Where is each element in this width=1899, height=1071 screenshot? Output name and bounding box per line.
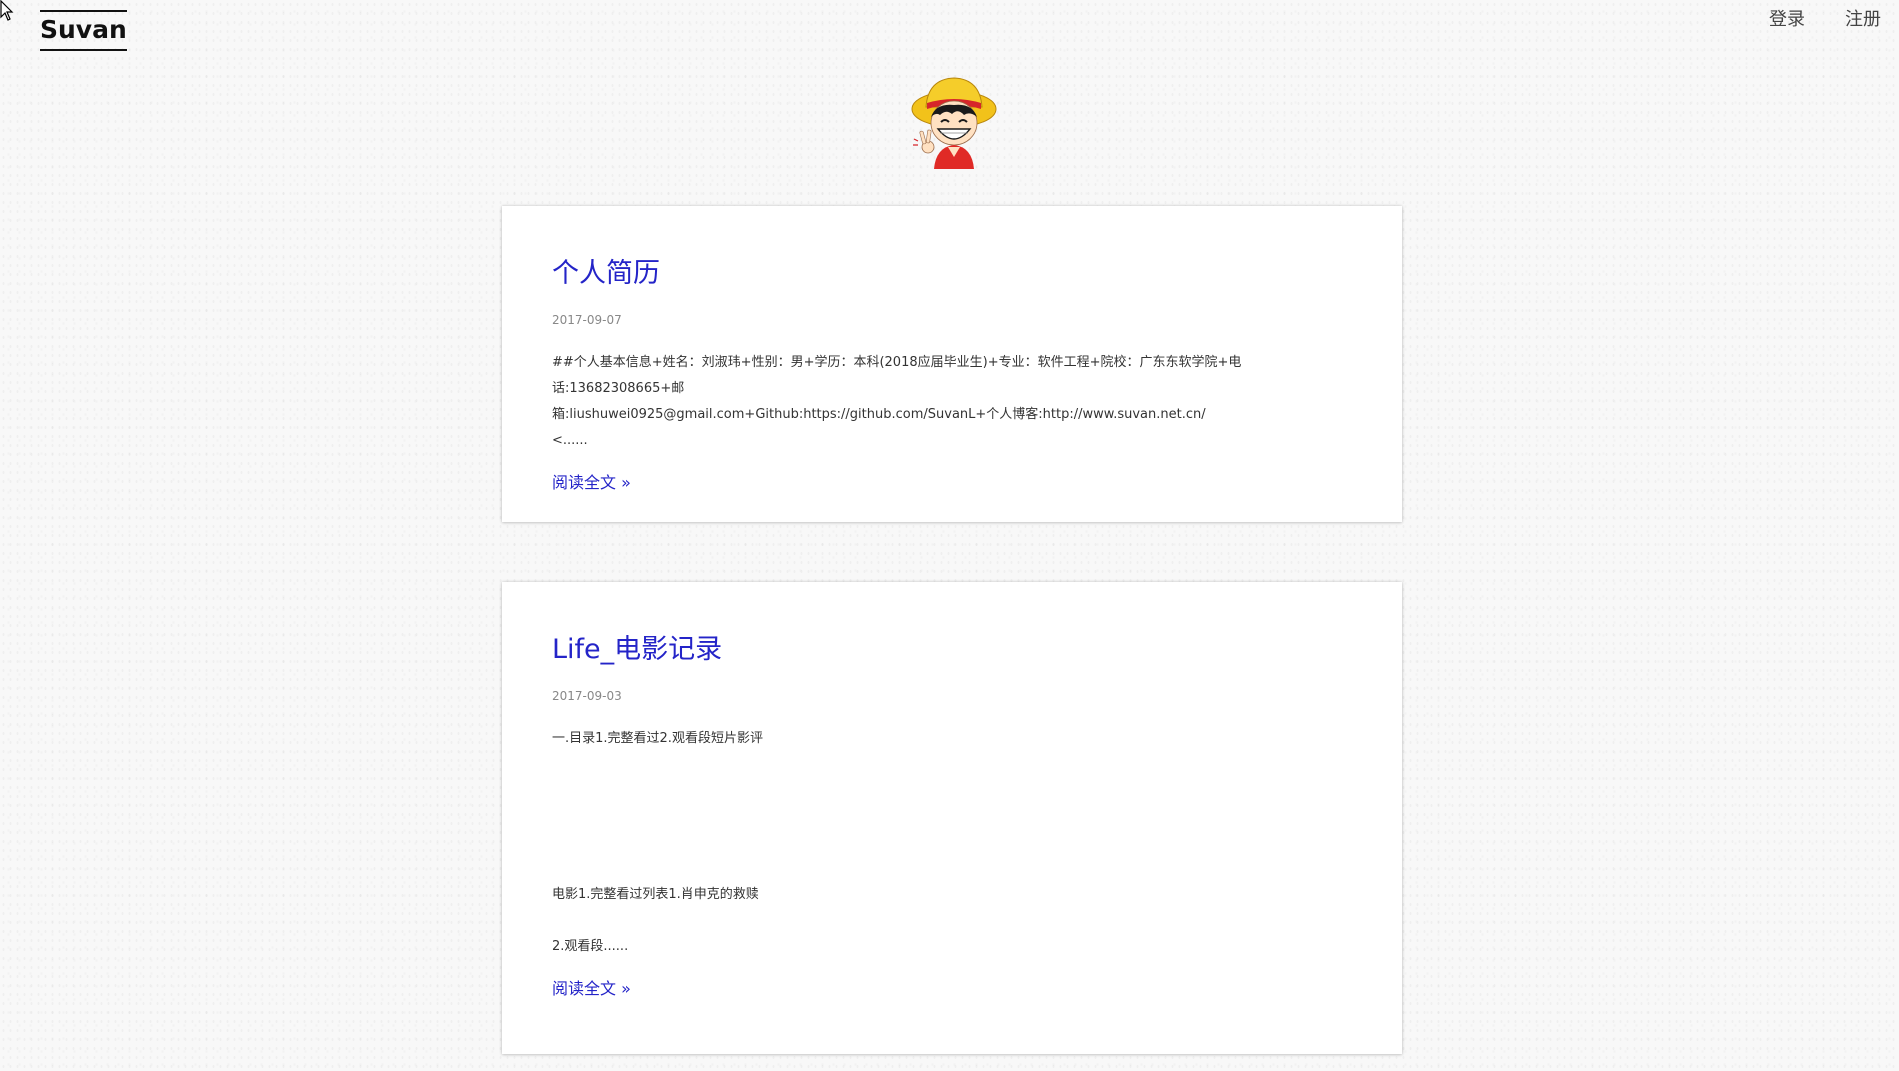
login-link[interactable]: 登录 (1769, 8, 1805, 32)
excerpt-line: 2.观看段...... (552, 939, 629, 954)
post-card: Life_电影记录 2017-09-03 一.目录1.完整看过2.观看段短片影评… (502, 582, 1402, 1054)
read-more-link[interactable]: 阅读全文 » (552, 472, 631, 494)
excerpt-line: ##个人基本信息+姓名：刘淑玮+性别：男+学历：本科(2018应届毕业生)+专业… (552, 355, 1242, 396)
excerpt-line: 一.目录1.完整看过2.观看段短片影评 (552, 731, 763, 746)
top-nav: 登录 注册 (1769, 8, 1881, 32)
site-logo[interactable]: Suvan (40, 10, 127, 51)
post-title[interactable]: 个人简历 (552, 256, 1352, 292)
cartoon-avatar-icon (911, 77, 997, 169)
read-more-link[interactable]: 阅读全文 » (552, 978, 631, 1000)
post-excerpt: 一.目录1.完整看过2.观看段短片影评 电影1.完整看过列表1.肖申克的救赎 2… (552, 726, 1352, 960)
post-excerpt: ##个人基本信息+姓名：刘淑玮+性别：男+学历：本科(2018应届毕业生)+专业… (552, 350, 1352, 454)
post-title[interactable]: Life_电影记录 (552, 632, 1352, 668)
register-link[interactable]: 注册 (1845, 8, 1881, 32)
post-date: 2017-09-03 (552, 689, 622, 703)
excerpt-line: 电影1.完整看过列表1.肖申克的救赎 (552, 887, 759, 902)
avatar[interactable] (908, 73, 1000, 169)
post-card: 个人简历 2017-09-07 ##个人基本信息+姓名：刘淑玮+性别：男+学历：… (502, 206, 1402, 522)
excerpt-line: 箱:liushuwei0925@gmail.com+Github:https:/… (552, 407, 1206, 422)
excerpt-line: <...... (552, 433, 588, 448)
site-header: Suvan 登录 注册 (0, 0, 1899, 70)
post-date: 2017-09-07 (552, 313, 622, 327)
